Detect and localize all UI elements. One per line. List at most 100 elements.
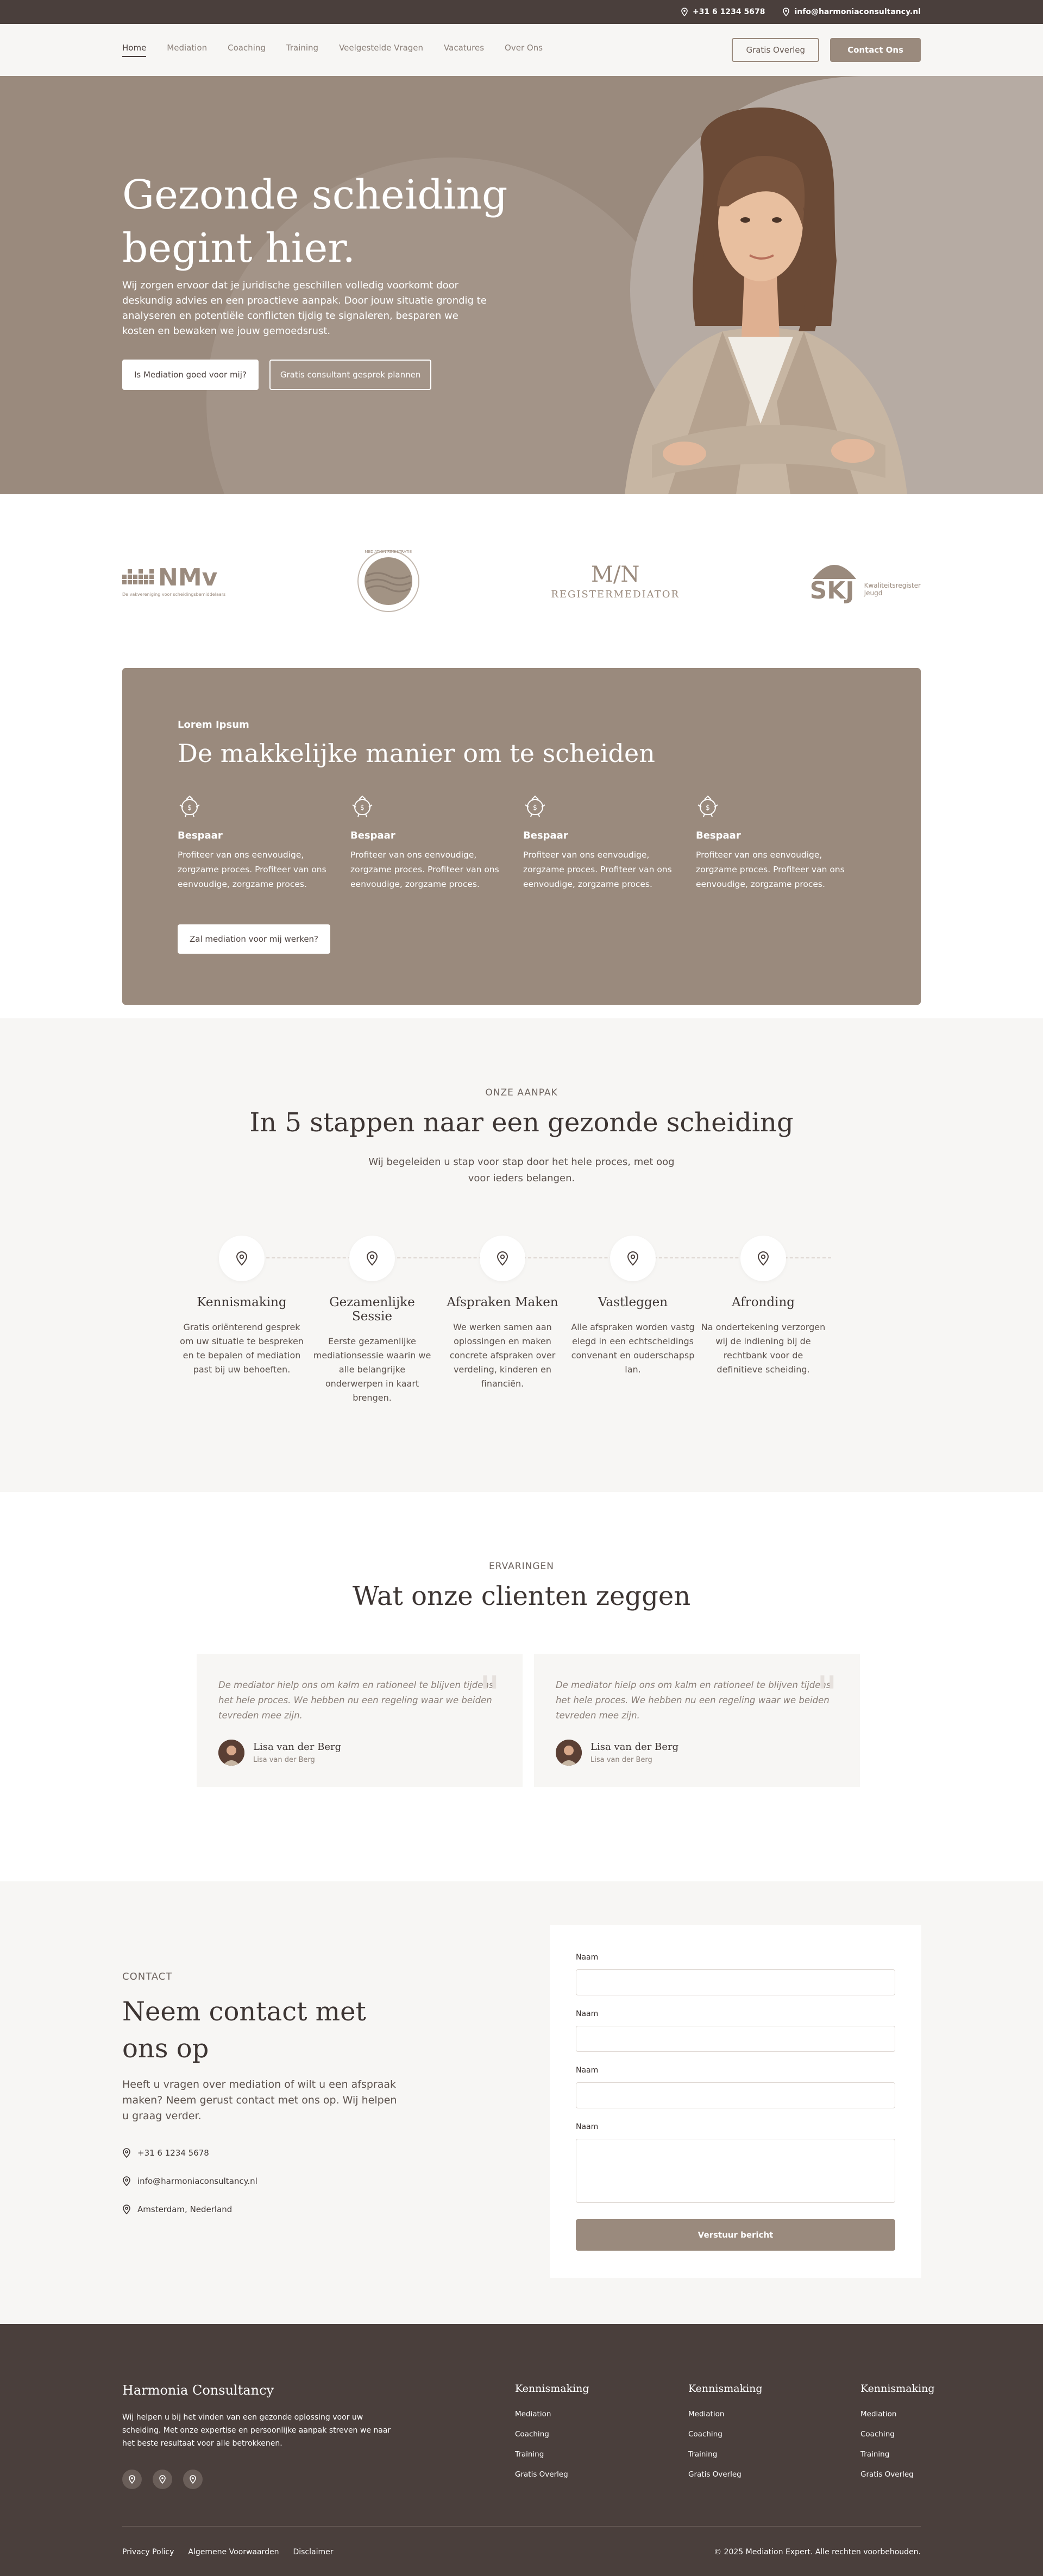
footer-column-title: Kennismaking [860,2383,935,2395]
nav-link-vacatures[interactable]: Vacatures [444,43,484,57]
footer-link[interactable]: Gratis Overleg [860,2470,947,2479]
seal-icon [357,550,419,612]
features-section: Lorem Ipsum De makkelijke manier om te s… [0,668,1043,1018]
location-pin-icon [366,1251,378,1266]
author-role: Lisa van der Berg [253,1756,315,1764]
step-title: Vastleggen [598,1295,668,1309]
steps-subtitle: Wij begeleiden u stap voor stap door het… [368,1156,675,1184]
will-mediation-work-button[interactable]: Zal mediation voor mij werken? [178,924,331,954]
privacy-policy-link[interactable]: Privacy Policy [122,2548,174,2556]
footer-link[interactable]: Gratis Overleg [688,2470,775,2479]
topbar-phone-text: +31 6 1234 5678 [692,8,765,16]
contact-button[interactable]: Contact Ons [830,38,921,62]
nav-link-mediation[interactable]: Mediation [167,43,207,57]
topbar-email[interactable]: info@harmoniaconsultancy.nl [782,8,921,16]
hero-title: Gezonde scheiding begint hier. [122,172,508,272]
terms-link[interactable]: Algemene Voorwaarden [188,2548,279,2556]
location-pin-icon [190,2475,196,2484]
feature-text: Profiteer van ons eenvoudige, zorgzame p… [696,850,845,889]
footer-link[interactable]: Gratis Overleg [515,2470,602,2479]
step-text: Na ondertekening verzorgen wij de indien… [701,1322,826,1375]
footer-link[interactable]: Training [688,2450,775,2459]
nmv-logo-text: NMv [158,563,218,591]
contact-text: Heeft u vragen over mediation of wilt u … [122,2079,397,2122]
contact-section: CONTACT Neem contact met ons op Heeft u … [0,1881,1043,2324]
location-pin-icon [123,2148,130,2158]
copyright-text: © 2025 Mediation Expert. Alle rechten vo… [714,2548,921,2556]
footer-column: Kennismaking Mediation Coaching Training… [860,2383,947,2490]
step-item: Gezamenlijke Sessie Eerste gezamenlijke … [310,1236,435,1405]
footer-link[interactable]: Coaching [860,2430,947,2439]
svg-text:$: $ [360,804,365,811]
topbar-phone[interactable]: +31 6 1234 5678 [681,8,765,16]
is-mediation-for-me-button[interactable]: Is Mediation goed voor mij? [122,360,259,390]
footer-divider [122,2526,921,2527]
contact-eyebrow: CONTACT [122,1971,173,1982]
feature-text: Profiteer van ons eenvoudige, zorgzame p… [350,850,499,889]
testimonial-card: " De mediator hielp ons om kalm en ratio… [197,1654,523,1787]
step-title: Afspraken Maken [447,1295,558,1309]
feature-title: Bespaar [523,830,568,841]
contact-email[interactable]: info@harmoniaconsultancy.nl [122,2176,405,2186]
footer-column: Kennismaking Mediation Coaching Training… [515,2383,602,2490]
step-item: Kennismaking Gratis oriënterend gesprek … [179,1236,304,1377]
contact-address-text: Amsterdam, Nederland [137,2205,233,2214]
social-link[interactable] [122,2470,142,2489]
plan-consult-button[interactable]: Gratis consultant gesprek plannen [269,360,432,390]
hero-portrait-image [625,107,907,494]
nav-link-over-ons[interactable]: Over Ons [505,43,543,57]
feature-text: Profiteer van ons eenvoudige, zorgzame p… [523,850,672,889]
mfn-registermediator-logo: M/N REGISTERMEDIATOR [551,563,680,600]
feature-title: Bespaar [178,830,223,841]
social-link[interactable] [153,2470,172,2489]
field-label: Naam [576,2066,599,2075]
skj-sub1: Kwaliteitsregister [864,582,921,589]
footer-link[interactable]: Mediation [688,2410,775,2418]
nav-link-coaching[interactable]: Coaching [228,43,266,57]
disclaimer-link[interactable]: Disclaimer [293,2548,333,2556]
footer-link[interactable]: Mediation [515,2410,602,2418]
footer-link[interactable]: Coaching [688,2430,775,2439]
footer-link[interactable]: Training [515,2450,602,2459]
nav-links: Home Mediation Coaching Training Veelges… [122,43,543,57]
feature-text: Profiteer van ons eenvoudige, zorgzame p… [178,850,326,889]
nav-link-training[interactable]: Training [286,43,318,57]
mfn-mark: M/N [590,562,640,587]
footer-link[interactable]: Training [860,2450,947,2459]
hero-section: Gezonde scheiding begint hier. Wij zorge… [0,76,1043,494]
top-bar: +31 6 1234 5678 info@harmoniaconsultancy… [0,0,1043,24]
avatar [556,1740,582,1766]
quote-mark-icon: " [478,1666,501,1723]
step-title: Kennismaking [197,1295,287,1309]
footer-link[interactable]: Coaching [515,2430,602,2439]
submit-button[interactable]: Verstuur bericht [576,2219,895,2251]
message-textarea[interactable] [576,2139,895,2203]
footer-link[interactable]: Mediation [860,2410,947,2418]
field-label: Naam [576,1953,599,1962]
skj-text: SKJ [809,577,854,604]
free-consult-button[interactable]: Gratis Overleg [732,38,820,62]
footer-description: Wij helpen u bij het vinden van een gezo… [122,2413,391,2448]
contact-phone[interactable]: +31 6 1234 5678 [122,2148,405,2158]
name-input[interactable] [576,2026,895,2052]
footer: Harmonia Consultancy Wij helpen u bij he… [0,2324,1043,2576]
main-nav: Home Mediation Coaching Training Veelges… [0,24,1043,76]
social-link[interactable] [183,2470,203,2489]
location-pin-icon [123,2205,130,2214]
location-pin-icon [497,1251,508,1266]
nav-link-home[interactable]: Home [122,43,147,57]
step-circle [349,1236,395,1281]
field-label: Naam [576,2122,599,2131]
accreditation-logos: NMv De vakvereniging voor scheidingsbemi… [0,494,1043,668]
feature-item: $ Bespaar Profiteer van ons eenvoudige, … [523,794,675,892]
feature-item: $ Bespaar Profiteer van ons eenvoudige, … [178,794,330,892]
footer-column-title: Kennismaking [515,2383,589,2395]
step-text: Alle afspraken worden vastgelegd in een … [571,1322,695,1375]
feature-title: Bespaar [350,830,395,841]
footer-column-title: Kennismaking [688,2383,763,2395]
name-input[interactable] [576,1969,895,1995]
nav-link-faq[interactable]: Veelgestelde Vragen [339,43,423,57]
author-name: Lisa van der Berg [590,1741,679,1753]
name-input[interactable] [576,2082,895,2108]
svg-text:$: $ [187,804,192,811]
